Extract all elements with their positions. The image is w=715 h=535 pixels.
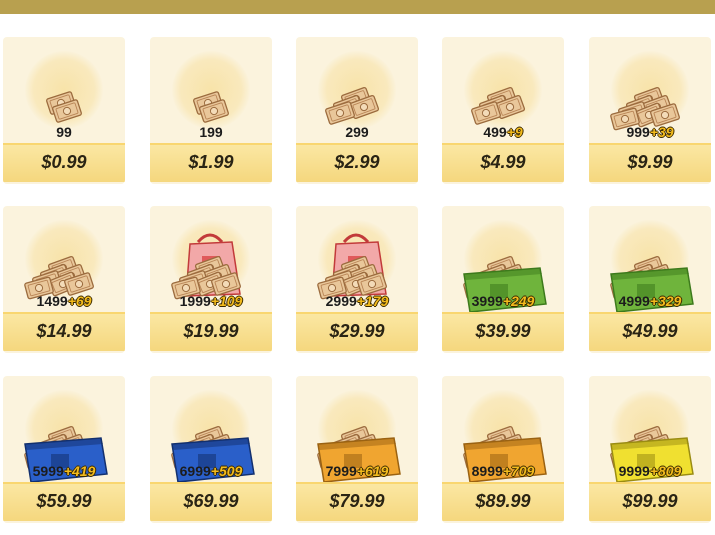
price-label: $99.99: [622, 491, 678, 511]
bonus-amount: +809: [649, 463, 682, 479]
pack-card-6999[interactable]: 6999+509 $69.99: [150, 376, 272, 523]
price-label: $49.99: [622, 321, 678, 341]
pack-amount: 99: [3, 124, 125, 142]
bonus-amount: +509: [210, 463, 243, 479]
price-button[interactable]: $0.99: [3, 143, 125, 182]
price-button[interactable]: $99.99: [589, 482, 711, 521]
price-label: $9.99: [627, 152, 673, 172]
pack-card-99[interactable]: 99 $0.99: [3, 37, 125, 184]
bonus-amount: +329: [649, 293, 682, 309]
pack-card-9999[interactable]: 9999+809 $99.99: [589, 376, 711, 523]
price-button[interactable]: $2.99: [296, 143, 418, 182]
pack-amount: 199: [150, 124, 272, 142]
pack-amount: 6999+509: [150, 463, 272, 481]
pack-card-7999[interactable]: 7999+619 $79.99: [296, 376, 418, 523]
bonus-amount: +109: [210, 293, 243, 309]
bonus-amount: +619: [356, 463, 389, 479]
pack-amount: 5999+419: [3, 463, 125, 481]
bonus-amount: +419: [63, 463, 96, 479]
price-label: $14.99: [36, 321, 92, 341]
base-amount: 299: [345, 124, 369, 140]
price-button[interactable]: $9.99: [589, 143, 711, 182]
base-amount: 5999: [32, 463, 64, 479]
price-button[interactable]: $79.99: [296, 482, 418, 521]
price-label: $2.99: [334, 152, 380, 172]
price-label: $59.99: [36, 491, 92, 511]
pack-amount: 1999+109: [150, 293, 272, 311]
price-label: $39.99: [475, 321, 531, 341]
pack-amount: 7999+619: [296, 463, 418, 481]
base-amount: 199: [199, 124, 223, 140]
base-amount: 499: [483, 124, 507, 140]
bonus-amount: +69: [67, 293, 92, 309]
bonus-amount: +179: [356, 293, 389, 309]
price-label: $69.99: [183, 491, 239, 511]
pack-amount: 499+9: [442, 124, 564, 142]
price-button[interactable]: $19.99: [150, 312, 272, 351]
base-amount: 4999: [618, 293, 650, 309]
price-label: $1.99: [188, 152, 234, 172]
pack-card-1499[interactable]: 1499+69 $14.99: [3, 206, 125, 353]
price-label: $4.99: [480, 152, 526, 172]
top-bar: [0, 0, 715, 14]
base-amount: 1999: [179, 293, 211, 309]
price-button[interactable]: $69.99: [150, 482, 272, 521]
price-button[interactable]: $4.99: [442, 143, 564, 182]
pack-amount: 1499+69: [3, 293, 125, 311]
price-label: $89.99: [475, 491, 531, 511]
price-button[interactable]: $89.99: [442, 482, 564, 521]
pack-amount: 299: [296, 124, 418, 142]
bonus-amount: +39: [649, 124, 674, 140]
price-label: $0.99: [41, 152, 87, 172]
pack-card-999[interactable]: 999+39 $9.99: [589, 37, 711, 184]
pack-card-4999[interactable]: 4999+329 $49.99: [589, 206, 711, 353]
base-amount: 1499: [36, 293, 68, 309]
base-amount: 2999: [325, 293, 357, 309]
pack-card-499[interactable]: 499+9 $4.99: [442, 37, 564, 184]
pack-amount: 4999+329: [589, 293, 711, 311]
base-amount: 3999: [471, 293, 503, 309]
base-amount: 6999: [179, 463, 211, 479]
price-label: $19.99: [183, 321, 239, 341]
pack-amount: 9999+809: [589, 463, 711, 481]
price-button[interactable]: $29.99: [296, 312, 418, 351]
price-button[interactable]: $39.99: [442, 312, 564, 351]
base-amount: 999: [626, 124, 650, 140]
base-amount: 99: [56, 124, 72, 140]
pack-card-199[interactable]: 199 $1.99: [150, 37, 272, 184]
pack-amount: 999+39: [589, 124, 711, 142]
price-button[interactable]: $59.99: [3, 482, 125, 521]
pack-card-3999[interactable]: 3999+249 $39.99: [442, 206, 564, 353]
price-button[interactable]: $49.99: [589, 312, 711, 351]
bonus-amount: +9: [506, 124, 523, 140]
pack-card-8999[interactable]: 8999+709 $89.99: [442, 376, 564, 523]
pack-amount: 8999+709: [442, 463, 564, 481]
base-amount: 7999: [325, 463, 357, 479]
price-button[interactable]: $14.99: [3, 312, 125, 351]
bonus-amount: +249: [502, 293, 535, 309]
pack-amount: 3999+249: [442, 293, 564, 311]
bonus-amount: +709: [502, 463, 535, 479]
price-label: $29.99: [329, 321, 385, 341]
pack-card-299[interactable]: 299 $2.99: [296, 37, 418, 184]
pack-amount: 2999+179: [296, 293, 418, 311]
pack-card-1999[interactable]: 1999+109 $19.99: [150, 206, 272, 353]
price-label: $79.99: [329, 491, 385, 511]
base-amount: 8999: [471, 463, 503, 479]
pack-card-5999[interactable]: 5999+419 $59.99: [3, 376, 125, 523]
base-amount: 9999: [618, 463, 650, 479]
pack-card-2999[interactable]: 2999+179 $29.99: [296, 206, 418, 353]
price-button[interactable]: $1.99: [150, 143, 272, 182]
